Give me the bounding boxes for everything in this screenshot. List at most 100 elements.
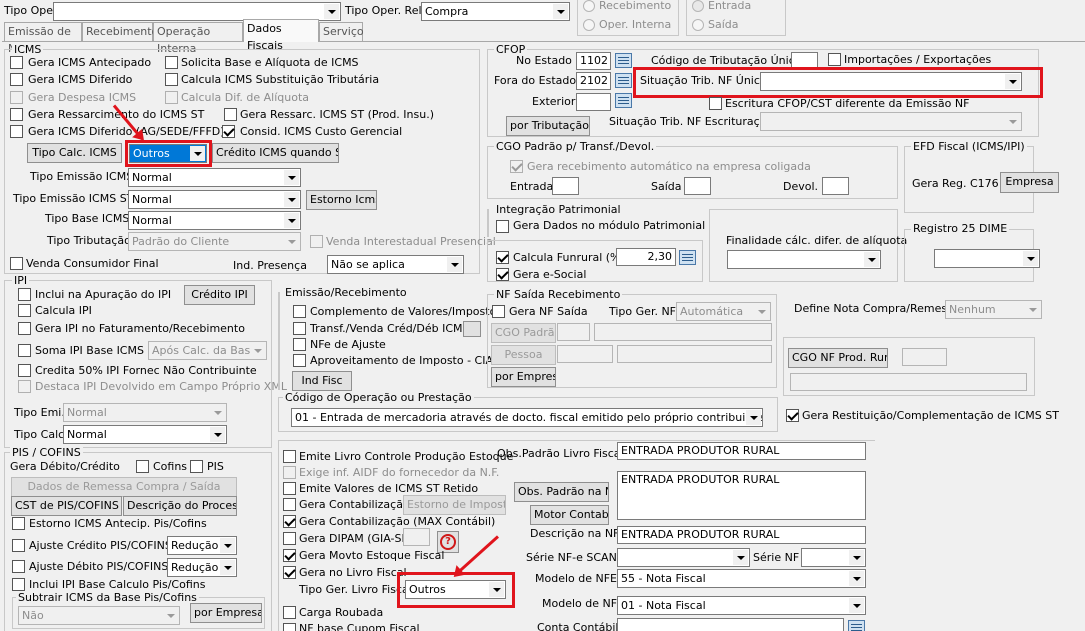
credita-50-checkbox[interactable] (18, 364, 31, 377)
importacoes-checkbox[interactable] (828, 53, 841, 66)
cgo-saida-input[interactable] (684, 177, 711, 195)
descricao-processo-button[interactable]: Descrição do Processo (123, 496, 237, 516)
finalidade-select[interactable] (727, 250, 881, 269)
obs-padrao-livro-input[interactable]: ENTRADA PRODUTOR RURAL (617, 442, 866, 460)
tab-recebimento[interactable]: Recebimento (82, 22, 158, 41)
gera-dipam-checkbox[interactable] (283, 532, 296, 545)
gera-despesa-icms-checkbox[interactable] (10, 91, 23, 104)
ind-presenca-select[interactable]: Não se aplica (327, 255, 464, 274)
calcula-ipi-checkbox[interactable] (18, 304, 31, 317)
table-icon[interactable] (679, 250, 696, 265)
registro25-select[interactable] (934, 249, 1040, 268)
motor-contab-button[interactable]: Motor Contab. (530, 505, 609, 525)
credito-icms-st-button[interactable]: Crédito ICMS quando ST (212, 143, 339, 163)
destaca-ipi-checkbox[interactable] (18, 380, 31, 393)
dados-remessa-button[interactable]: Dados de Remessa Compra / Saída (11, 477, 237, 497)
gera-ressarc-st-checkbox[interactable] (224, 108, 237, 121)
soma-ipi-base-checkbox[interactable] (18, 344, 31, 357)
tipo-emissao-icms-st-select[interactable]: Normal (128, 190, 301, 209)
cgo-devol-input[interactable] (822, 177, 849, 195)
credito-ipi-button[interactable]: Crédito IPI (184, 285, 255, 305)
ajuste-credito-checkbox[interactable] (12, 539, 25, 552)
gera-contabilizacao-max-checkbox[interactable] (283, 515, 296, 528)
fora-estado-input[interactable]: 2102 (576, 72, 611, 90)
venda-consumidor-final-checkbox[interactable] (10, 257, 23, 270)
ajuste-debito-select[interactable]: Redução (167, 558, 237, 577)
modelo-nfe-select[interactable]: 55 - Nota Fiscal (617, 569, 866, 588)
obs-padrao-nf-button[interactable]: Obs. Padrão na NF (514, 482, 609, 502)
serie-scan-select[interactable] (617, 548, 750, 567)
gera-nf-saida-checkbox[interactable] (492, 305, 505, 318)
gera-ipi-faturamento-checkbox[interactable] (18, 322, 31, 335)
transf-venda-checkbox[interactable] (293, 322, 306, 335)
cgo-nf-prod-rural-input[interactable] (902, 348, 947, 366)
cgo-padrao-button[interactable]: CGO Padrão (491, 323, 556, 343)
modelo-nf-select[interactable]: 01 - Nota Fiscal (617, 596, 866, 615)
exterior-input[interactable] (576, 93, 611, 111)
carga-roubada-checkbox[interactable] (283, 606, 296, 619)
tab-operacao-interna[interactable]: Operação Interna (153, 22, 243, 55)
pis-por-empresa-button[interactable]: por Empresa (190, 603, 262, 623)
ind-fisc-button[interactable]: Ind Fisc (292, 371, 352, 391)
cgo-nf-prod-rural-button[interactable]: CGO NF Prod. Rural (788, 348, 888, 368)
nf-saida-por-empresa-button[interactable]: por Empresa (491, 367, 556, 387)
cgo-entrada-input[interactable] (552, 177, 579, 195)
gera-contabilizacao-checkbox[interactable] (283, 498, 296, 511)
tipo-ger-nf-select[interactable]: Automática (676, 302, 771, 321)
cst-pis-cofins-button[interactable]: CST de PIS/COFINS (11, 496, 122, 516)
complemento-checkbox[interactable] (293, 305, 306, 318)
table-icon[interactable] (615, 93, 632, 108)
tipo-oper-rel-select[interactable]: Compra (421, 2, 570, 21)
gera-icms-diferido-checkbox[interactable] (10, 73, 23, 86)
codigo-operacao-select[interactable]: 01 - Entrada de mercadoria através de do… (291, 408, 763, 427)
recebimento-radio[interactable] (583, 0, 595, 12)
efd-empresa-button[interactable]: Empresa (1000, 172, 1059, 193)
exige-aidf-checkbox[interactable] (283, 466, 296, 479)
tipo-emi-select[interactable]: Normal (63, 403, 227, 422)
obs-padrao-nf-textarea[interactable]: ENTRADA PRODUTOR RURAL (617, 471, 866, 520)
gera-restituicao-checkbox[interactable] (786, 409, 799, 422)
inclui-ipi-base-checkbox[interactable] (12, 578, 25, 591)
cgo-padrao-desc-input[interactable] (594, 323, 772, 341)
gera-livro-fiscal-checkbox[interactable] (283, 566, 296, 579)
gera-dados-patrimonial-checkbox[interactable] (496, 220, 509, 233)
funrural-input[interactable]: 2,30 (616, 248, 676, 266)
pis-checkbox[interactable] (190, 460, 203, 473)
dipam-input[interactable] (403, 528, 430, 546)
calcula-funrural-checkbox[interactable] (496, 251, 509, 264)
calcula-icms-st-checkbox[interactable] (165, 73, 178, 86)
ajuste-debito-checkbox[interactable] (12, 560, 25, 573)
define-nota-select[interactable]: Nenhum (945, 300, 1042, 319)
nfe-ajuste-checkbox[interactable] (293, 338, 306, 351)
pessoa-input[interactable] (557, 345, 613, 363)
ajuste-credito-select[interactable]: Redução (167, 536, 237, 555)
conta-contabil-input[interactable] (617, 618, 844, 631)
cgo-padrao-input[interactable] (557, 323, 590, 341)
estorno-icms-button[interactable]: Estorno Icms (306, 190, 377, 210)
cgo-nf-prod-rural-desc-input[interactable] (790, 373, 1027, 391)
table-icon[interactable] (615, 73, 632, 88)
descricao-nf-input[interactable]: ENTRADA PRODUTOR RURAL (617, 526, 866, 544)
tipo-emissao-icms-select[interactable]: Normal (128, 168, 301, 187)
gera-esocial-checkbox[interactable] (496, 268, 509, 281)
cofins-checkbox[interactable] (136, 460, 149, 473)
tab-servico[interactable]: Serviço (319, 22, 364, 41)
estorno-icms-antecip-checkbox[interactable] (12, 517, 25, 530)
entrada-radio[interactable] (692, 0, 704, 12)
estorno-impostos-button[interactable]: Estorno de Impostos (403, 495, 506, 515)
tab-emissao-nf[interactable]: Emissão de NF (4, 22, 82, 55)
saida-radio[interactable] (692, 19, 704, 31)
gera-ressarcimento-checkbox[interactable] (10, 108, 23, 121)
tipo-calc-icms-button[interactable]: Tipo Calc. ICMS (27, 143, 122, 163)
tipo-base-icms-select[interactable]: Normal (128, 211, 301, 230)
aproveitamento-checkbox[interactable] (293, 354, 306, 367)
gera-recebimento-checkbox[interactable] (510, 160, 523, 173)
escritura-cfop-checkbox[interactable] (709, 97, 722, 110)
pessoa-desc-input[interactable] (617, 345, 772, 363)
por-tributacao-button[interactable]: por Tributação... (506, 116, 590, 136)
situacao-escrituracao-select[interactable] (760, 112, 1022, 131)
tipo-tributacao-select[interactable]: Padrão do Cliente (128, 232, 301, 251)
inclui-apuracao-checkbox[interactable] (18, 288, 31, 301)
calcula-dif-aliquota-checkbox[interactable] (165, 91, 178, 104)
serie-nf-select[interactable] (801, 548, 866, 567)
